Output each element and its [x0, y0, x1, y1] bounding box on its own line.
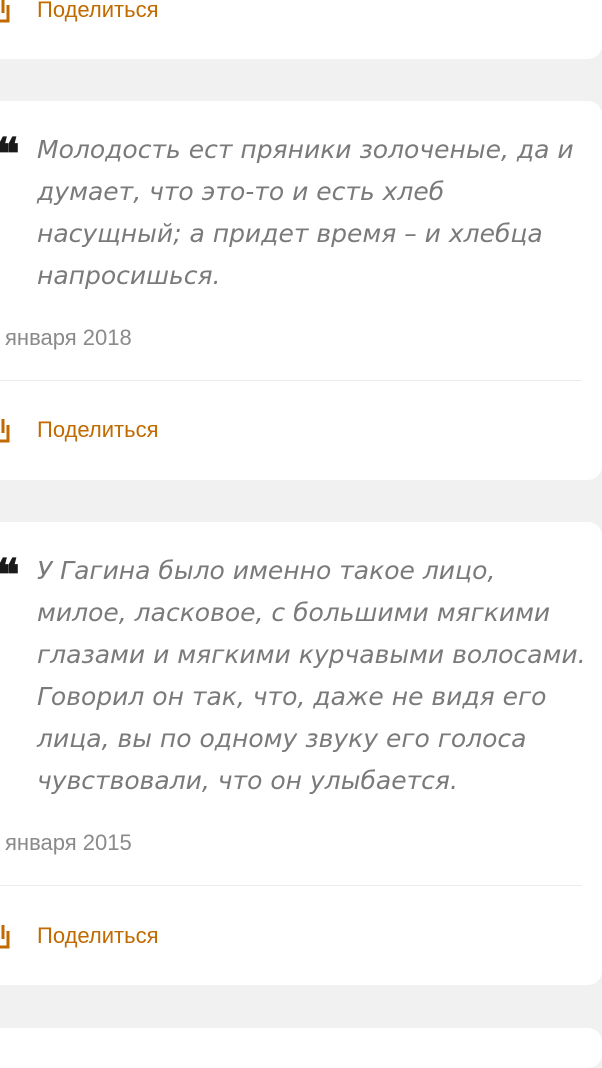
- share-label: Поделиться: [37, 0, 159, 22]
- divider: [0, 885, 582, 886]
- quote-card-next: [0, 1028, 602, 1068]
- share-icon: [0, 419, 10, 443]
- share-label: Поделиться: [37, 417, 159, 442]
- quote-card-top: Поделиться: [0, 0, 602, 59]
- quote-card: ❝ Молодость ест пряники золоченые, да и …: [0, 101, 602, 480]
- quote-date: января 2015: [5, 830, 132, 855]
- quote-text[interactable]: Молодость ест пряники золоченые, да и ду…: [37, 129, 588, 297]
- quote-mark-icon: ❝: [0, 550, 20, 601]
- quote-date: января 2018: [5, 325, 132, 350]
- share-icon: [0, 0, 10, 23]
- quote-text[interactable]: У Гагина было именно такое лицо, милое, …: [37, 550, 588, 802]
- quote-card: ❝ У Гагина было именно такое лицо, милое…: [0, 522, 602, 985]
- divider: [0, 380, 582, 381]
- share-icon: [0, 925, 10, 949]
- quote-mark-icon: ❝: [0, 129, 20, 180]
- share-label: Поделиться: [37, 923, 159, 948]
